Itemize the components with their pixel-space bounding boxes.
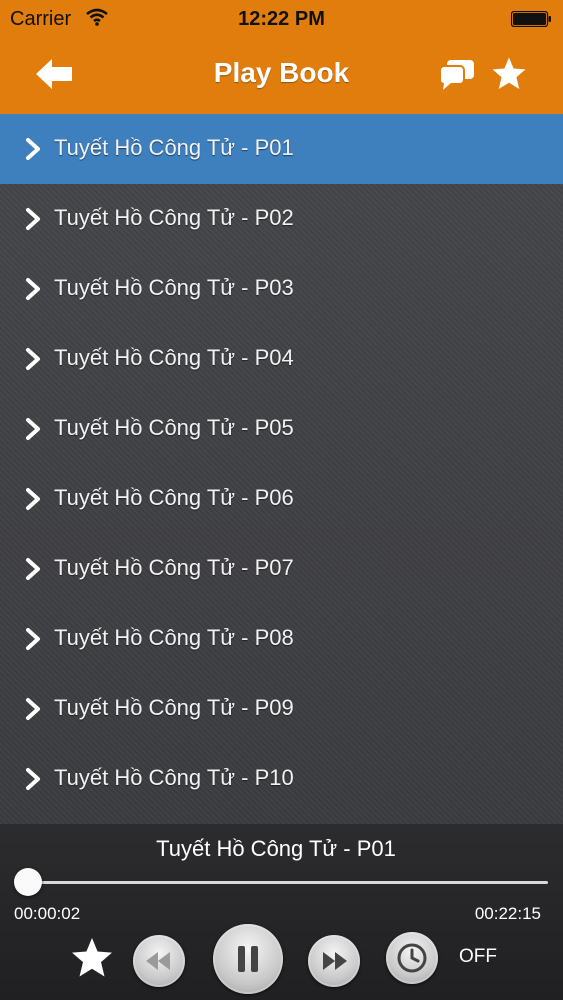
list-item[interactable]: Tuyết Hồ Công Tử - P06: [0, 464, 563, 534]
status-time: 12:22 PM: [238, 8, 325, 30]
pause-button[interactable]: [213, 924, 283, 994]
total-time: 00:22:15: [474, 904, 541, 923]
chevron-right-icon: [26, 138, 40, 160]
list-item[interactable]: Tuyết Hồ Công Tử - P02: [0, 184, 563, 254]
fast-forward-button[interactable]: [308, 935, 360, 987]
episode-list: Tuyết Hồ Công Tử - P01 Tuyết Hồ Công Tử …: [0, 114, 563, 824]
chat-bubbles-icon[interactable]: [438, 58, 476, 92]
list-item[interactable]: Tuyết Hồ Công Tử - P04: [0, 324, 563, 394]
chevron-right-icon: [26, 488, 40, 510]
list-item-label: Tuyết Hồ Công Tử - P04: [54, 345, 294, 370]
audio-player: Tuyết Hồ Công Tử - P01 00:00:02 00:22:15…: [0, 824, 563, 1000]
clock-icon: [397, 943, 427, 973]
chevron-right-icon: [26, 278, 40, 300]
list-item[interactable]: Tuyết Hồ Công Tử - P05: [0, 394, 563, 464]
chevron-right-icon: [26, 348, 40, 370]
now-playing-title: Tuyết Hồ Công Tử - P01: [156, 836, 396, 861]
progress-slider-thumb[interactable]: [13, 868, 42, 896]
list-item[interactable]: Tuyết Hồ Công Tử - P10: [0, 744, 563, 814]
chevron-right-icon: [26, 698, 40, 720]
chevron-right-icon: [26, 418, 40, 440]
list-item-label: Tuyết Hồ Công Tử - P08: [54, 625, 294, 650]
sleep-timer-button[interactable]: [386, 932, 438, 984]
list-item[interactable]: Tuyết Hồ Công Tử - P09: [0, 674, 563, 744]
chevron-right-icon: [26, 208, 40, 230]
list-item-label: Tuyết Hồ Công Tử - P01: [54, 135, 294, 160]
list-item-label: Tuyết Hồ Công Tử - P07: [54, 555, 294, 580]
list-item-label: Tuyết Hồ Công Tử - P05: [54, 415, 294, 440]
chevron-right-icon: [26, 558, 40, 580]
list-item[interactable]: Tuyết Hồ Công Tử - P08: [0, 604, 563, 674]
rewind-icon: [146, 952, 170, 970]
page-title: Play Book: [213, 57, 350, 88]
nav-bar: Play Book: [0, 38, 563, 115]
list-item[interactable]: Tuyết Hồ Công Tử - P07: [0, 534, 563, 604]
elapsed-time: 00:00:02: [14, 904, 81, 923]
list-item[interactable]: Tuyết Hồ Công Tử - P01: [0, 114, 563, 184]
fast-forward-icon: [323, 952, 347, 970]
progress-track[interactable]: [26, 881, 548, 884]
status-bar: Carrier 12:22 PM: [0, 0, 563, 38]
list-item-label: Tuyết Hồ Công Tử - P09: [54, 695, 294, 720]
chevron-right-icon: [26, 768, 40, 790]
star-icon[interactable]: [490, 56, 528, 92]
chevron-right-icon: [26, 628, 40, 650]
list-item-label: Tuyết Hồ Công Tử - P02: [54, 205, 294, 230]
list-item-label: Tuyết Hồ Công Tử - P10: [54, 765, 294, 790]
list-item[interactable]: Tuyết Hồ Công Tử - P03: [0, 254, 563, 324]
sleep-timer-status: OFF: [459, 946, 497, 967]
pause-icon: [238, 946, 258, 972]
list-item-label: Tuyết Hồ Công Tử - P03: [54, 275, 294, 300]
list-item-label: Tuyết Hồ Công Tử - P06: [54, 485, 294, 510]
rewind-button[interactable]: [133, 935, 185, 987]
favorite-star-icon[interactable]: [70, 936, 114, 980]
battery-icon: [511, 11, 551, 27]
